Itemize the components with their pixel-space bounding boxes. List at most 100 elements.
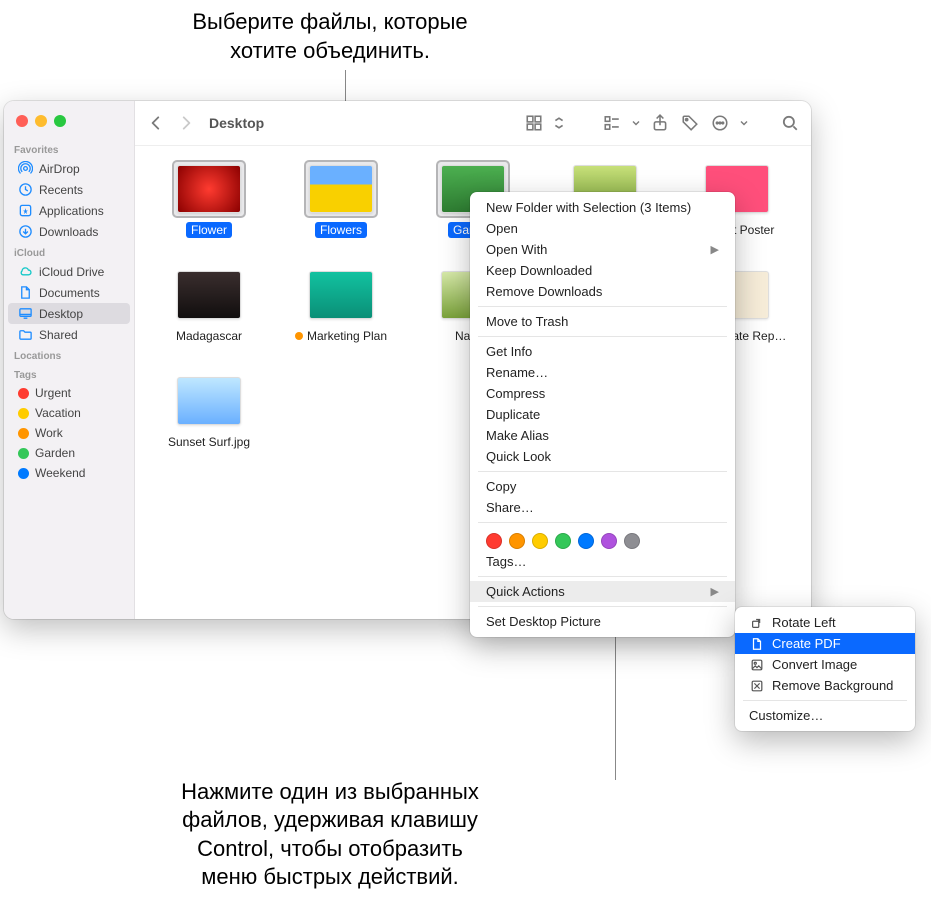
sidebar-item-shared[interactable]: Shared (8, 324, 130, 345)
menu-item-label: Set Desktop Picture (486, 614, 601, 629)
sidebar-item-label: Weekend (35, 466, 85, 480)
sidebar-heading-favorites: Favorites (4, 139, 134, 158)
file-label: Flower (186, 222, 232, 238)
menu-item-label: Rename… (486, 365, 548, 380)
menu-item[interactable]: Get Info (470, 341, 735, 362)
group-chevron-icon[interactable] (631, 112, 641, 134)
group-button[interactable] (601, 112, 623, 134)
file-label: Flowers (315, 222, 367, 238)
file-item[interactable]: Flower (145, 160, 273, 238)
minimize-button[interactable] (35, 115, 47, 127)
submenu-item[interactable]: Convert Image (735, 654, 915, 675)
removebg-icon (749, 678, 764, 693)
menu-item-label: Open With (486, 242, 547, 257)
tags-button[interactable] (679, 112, 701, 134)
airdrop-icon (18, 161, 33, 176)
tag-color-swatch[interactable] (486, 533, 502, 549)
window-controls[interactable] (4, 111, 134, 139)
menu-item-label: Make Alias (486, 428, 549, 443)
close-button[interactable] (16, 115, 28, 127)
menu-item[interactable]: Open With▶ (470, 239, 735, 260)
menu-item[interactable]: Move to Trash (470, 311, 735, 332)
view-icons-button[interactable] (523, 112, 545, 134)
path-title: Desktop (209, 115, 264, 131)
menu-item[interactable]: Copy (470, 476, 735, 497)
sidebar-item-applications[interactable]: Applications (8, 200, 130, 221)
menu-item[interactable]: Duplicate (470, 404, 735, 425)
file-item[interactable]: Sunset Surf.jpg (145, 372, 273, 450)
download-icon (18, 224, 33, 239)
menu-item[interactable]: Share… (470, 497, 735, 518)
back-button[interactable] (145, 112, 167, 134)
file-item[interactable]: Flowers (277, 160, 405, 238)
tag-color-swatch[interactable] (509, 533, 525, 549)
sidebar-item-icloud-drive[interactable]: iCloud Drive (8, 261, 130, 282)
submenu-item-label: Create PDF (772, 636, 841, 651)
menu-item-quick-actions[interactable]: Quick Actions▶ (470, 581, 735, 602)
submenu-item[interactable]: Remove Background (735, 675, 915, 696)
submenu-item[interactable]: Create PDF (735, 633, 915, 654)
menu-item-label: Share… (486, 500, 534, 515)
sidebar-heading-locations: Locations (4, 345, 134, 364)
file-item[interactable]: Madagascar (145, 266, 273, 344)
submenu-item-customize[interactable]: Customize… (735, 705, 915, 726)
cloud-icon (18, 264, 33, 279)
search-button[interactable] (779, 112, 801, 134)
submenu-item-label: Remove Background (772, 678, 893, 693)
chevron-right-icon: ▶ (711, 585, 719, 598)
more-button[interactable] (709, 112, 731, 134)
desktop-icon (18, 306, 33, 321)
menu-item[interactable]: Set Desktop Picture (470, 611, 735, 632)
sidebar-tag-garden[interactable]: Garden (8, 443, 130, 463)
submenu-item-label: Rotate Left (772, 615, 836, 630)
sidebar-tag-vacation[interactable]: Vacation (8, 403, 130, 423)
menu-item[interactable]: Keep Downloaded (470, 260, 735, 281)
menu-item[interactable]: Remove Downloads (470, 281, 735, 302)
toolbar: Desktop (135, 101, 811, 146)
menu-item[interactable]: Rename… (470, 362, 735, 383)
menu-item-label: Tags… (486, 554, 526, 569)
tag-color-swatch[interactable] (532, 533, 548, 549)
menu-item[interactable]: Open (470, 218, 735, 239)
sidebar-item-label: Work (35, 426, 63, 440)
sidebar-tag-weekend[interactable]: Weekend (8, 463, 130, 483)
menu-tag-row (470, 527, 735, 551)
tag-color-swatch[interactable] (555, 533, 571, 549)
submenu-item-label: Customize… (749, 708, 823, 723)
sidebar-item-airdrop[interactable]: AirDrop (8, 158, 130, 179)
share-button[interactable] (649, 112, 671, 134)
menu-item-label: New Folder with Selection (3 Items) (486, 200, 691, 215)
menu-item-label: Get Info (486, 344, 532, 359)
sidebar-heading-icloud: iCloud (4, 242, 134, 261)
sidebar-item-downloads[interactable]: Downloads (8, 221, 130, 242)
menu-item[interactable]: Compress (470, 383, 735, 404)
sidebar-item-desktop[interactable]: Desktop (8, 303, 130, 324)
tag-color-swatch[interactable] (578, 533, 594, 549)
clock-icon (18, 182, 33, 197)
zoom-button[interactable] (54, 115, 66, 127)
menu-item[interactable]: New Folder with Selection (3 Items) (470, 197, 735, 218)
file-item[interactable]: Marketing Plan (277, 266, 405, 344)
tag-color-swatch[interactable] (624, 533, 640, 549)
menu-item[interactable]: Tags… (470, 551, 735, 572)
more-chevron-icon[interactable] (739, 112, 749, 134)
sidebar-item-documents[interactable]: Documents (8, 282, 130, 303)
sidebar-tag-urgent[interactable]: Urgent (8, 383, 130, 403)
menu-item[interactable]: Quick Look (470, 446, 735, 467)
file-thumbnail (304, 266, 378, 324)
callout-line-bottom (615, 630, 616, 780)
submenu-item[interactable]: Rotate Left (735, 612, 915, 633)
tag-dot-icon (18, 468, 29, 479)
forward-button[interactable] (175, 112, 197, 134)
sidebar-item-recents[interactable]: Recents (8, 179, 130, 200)
sidebar: Favorites AirDropRecentsApplicationsDown… (4, 101, 135, 619)
sidebar-item-label: Shared (39, 328, 78, 342)
sidebar-item-label: Urgent (35, 386, 71, 400)
menu-item[interactable]: Make Alias (470, 425, 735, 446)
view-chevron-icon[interactable] (553, 112, 565, 134)
menu-item-label: Duplicate (486, 407, 540, 422)
tag-color-swatch[interactable] (601, 533, 617, 549)
sidebar-tag-work[interactable]: Work (8, 423, 130, 443)
tag-dot-icon (18, 448, 29, 459)
sidebar-item-label: iCloud Drive (39, 265, 104, 279)
